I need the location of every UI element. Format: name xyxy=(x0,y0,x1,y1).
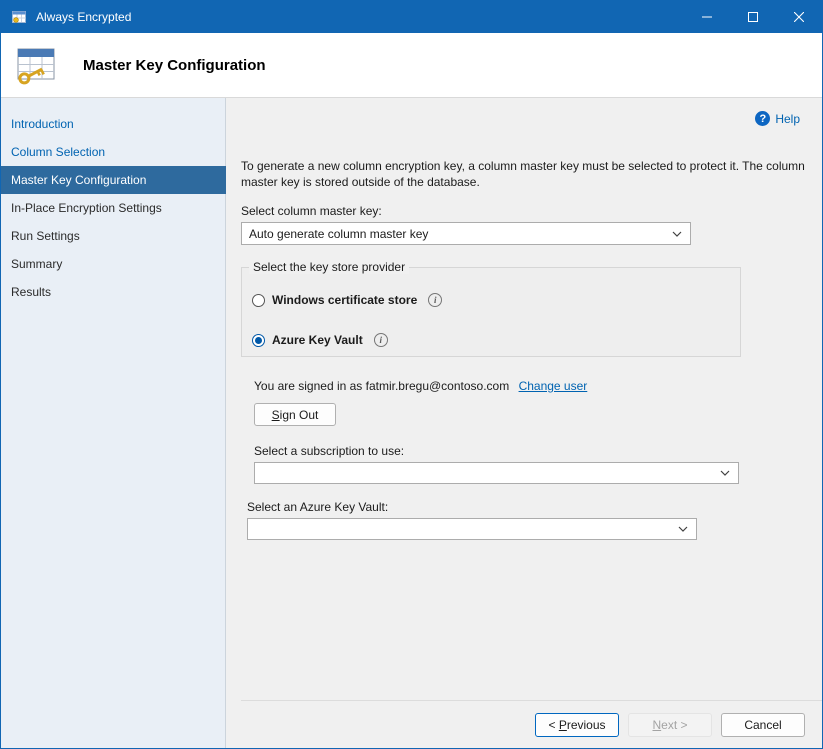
titlebar: Always Encrypted xyxy=(1,1,822,33)
radio-icon xyxy=(252,334,265,347)
vault-group: Select an Azure Key Vault: xyxy=(247,500,822,540)
chevron-down-icon xyxy=(672,231,682,237)
next-button[interactable]: Next > xyxy=(628,713,712,737)
radio-icon xyxy=(252,294,265,307)
chevron-down-icon xyxy=(678,526,688,532)
sign-out-label: ign Out xyxy=(280,408,319,422)
radio-windows-certificate-store-label: Windows certificate store xyxy=(272,293,417,307)
subscription-dropdown[interactable] xyxy=(254,462,739,484)
close-icon xyxy=(794,10,804,25)
sign-out-button[interactable]: Sign Out xyxy=(254,403,336,426)
sidebar-item-column-selection[interactable]: Column Selection xyxy=(1,138,225,166)
master-key-label: Select column master key: xyxy=(241,204,822,218)
sign-out-accesskey: S xyxy=(272,408,280,422)
master-key-dropdown[interactable]: Auto generate column master key xyxy=(241,222,691,245)
minimize-icon xyxy=(702,10,712,25)
window-title: Always Encrypted xyxy=(36,10,131,24)
key-store-provider-group: Select the key store provider Windows ce… xyxy=(241,267,741,357)
chevron-down-icon xyxy=(720,470,730,476)
radio-windows-certificate-store[interactable]: Windows certificate store xyxy=(252,292,740,308)
change-user-link[interactable]: Change user xyxy=(519,379,588,393)
info-icon[interactable] xyxy=(428,293,442,307)
main-content: Help To generate a new column encryption… xyxy=(226,98,822,748)
azure-key-vault-section: You are signed in as fatmir.bregu@contos… xyxy=(254,379,822,540)
wizard-body: Introduction Column Selection Master Key… xyxy=(1,98,822,748)
sidebar-item-summary[interactable]: Summary xyxy=(1,250,225,278)
sidebar-item-results[interactable]: Results xyxy=(1,278,225,306)
page-title: Master Key Configuration xyxy=(83,57,266,74)
previous-button[interactable]: < Previous xyxy=(535,713,619,737)
sidebar-item-in-place-encryption-settings[interactable]: In-Place Encryption Settings xyxy=(1,194,225,222)
wizard-footer: < Previous Next > Cancel xyxy=(241,700,822,748)
sidebar-item-introduction[interactable]: Introduction xyxy=(1,110,225,138)
help-label: Help xyxy=(775,112,800,126)
key-store-provider-label: Select the key store provider xyxy=(249,260,409,274)
vault-dropdown[interactable] xyxy=(247,518,697,540)
sidebar-item-run-settings[interactable]: Run Settings xyxy=(1,222,225,250)
previous-prefix: < xyxy=(548,718,558,732)
vault-label: Select an Azure Key Vault: xyxy=(247,500,822,514)
cancel-button[interactable]: Cancel xyxy=(721,713,805,737)
signed-in-row: You are signed in as fatmir.bregu@contos… xyxy=(254,379,822,394)
previous-label: revious xyxy=(567,718,606,732)
next-label: ext > xyxy=(661,718,687,732)
app-icon xyxy=(11,9,27,25)
info-icon[interactable] xyxy=(374,333,388,347)
next-accesskey: N xyxy=(652,718,661,732)
wizard-header: Master Key Configuration xyxy=(1,33,822,98)
close-button[interactable] xyxy=(776,1,822,33)
maximize-button[interactable] xyxy=(730,1,776,33)
previous-accesskey: P xyxy=(559,718,567,732)
master-key-value: Auto generate column master key xyxy=(249,227,428,241)
window-controls xyxy=(684,1,822,33)
always-encrypted-dialog: Always Encrypted xyxy=(0,0,823,749)
radio-azure-key-vault-label: Azure Key Vault xyxy=(272,333,363,347)
sidebar-item-master-key-configuration[interactable]: Master Key Configuration xyxy=(1,166,226,194)
signed-in-text: You are signed in as fatmir.bregu@contos… xyxy=(254,379,509,393)
radio-azure-key-vault[interactable]: Azure Key Vault xyxy=(252,332,740,348)
wizard-steps-sidebar: Introduction Column Selection Master Key… xyxy=(1,98,226,748)
subscription-label: Select a subscription to use: xyxy=(254,444,822,458)
help-link[interactable]: Help xyxy=(755,111,800,126)
help-icon xyxy=(755,111,770,126)
master-key-icon xyxy=(13,42,59,88)
intro-text: To generate a new column encryption key,… xyxy=(241,158,811,190)
minimize-button[interactable] xyxy=(684,1,730,33)
maximize-icon xyxy=(748,10,758,25)
